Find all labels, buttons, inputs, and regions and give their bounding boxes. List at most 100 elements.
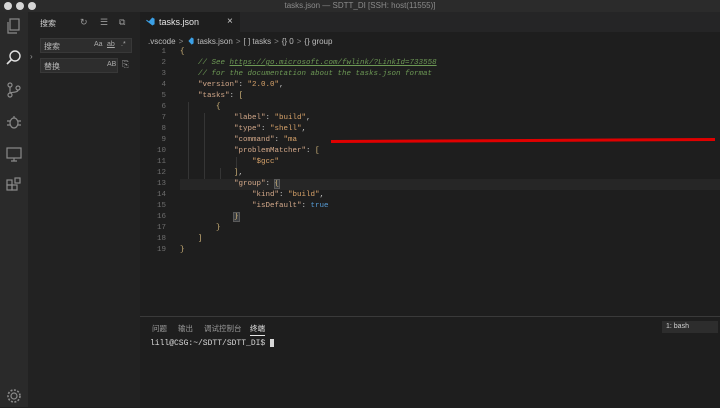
breadcrumb-separator: > xyxy=(235,36,241,46)
refresh-icon[interactable]: ↻ xyxy=(80,17,88,28)
code-line[interactable]: 6 { xyxy=(140,102,720,113)
source-control-icon[interactable] xyxy=(4,80,24,100)
panel-tab-problems[interactable]: 问题 xyxy=(152,323,167,334)
vscode-file-icon xyxy=(146,17,155,26)
code-line[interactable]: 17 } xyxy=(140,223,720,234)
toggle-replace-chevron-icon[interactable]: › xyxy=(30,52,33,61)
line-content: { xyxy=(180,48,185,56)
line-number: 8 xyxy=(161,125,166,133)
line-number: 13 xyxy=(156,180,166,188)
line-content: "version": "2.0.0", xyxy=(198,81,284,89)
sidebar-header: 搜索 ↻ ☰ ⧉ xyxy=(28,12,140,34)
terminal-prompt[interactable]: lill@CSG:~/SDTT/SDTT_DI$ xyxy=(150,339,275,349)
preserve-case-toggle[interactable]: AB xyxy=(107,61,116,68)
replace-input[interactable]: 替换 AB xyxy=(40,58,118,73)
line-content: } xyxy=(216,224,221,232)
line-content: // for the documentation about the tasks… xyxy=(198,70,433,78)
line-number: 6 xyxy=(161,103,166,111)
clear-results-icon[interactable]: ☰ xyxy=(100,17,108,28)
line-number: 16 xyxy=(156,213,166,221)
match-case-toggle[interactable]: Aa xyxy=(94,41,103,48)
replace-input-placeholder: 替换 xyxy=(44,62,60,71)
line-content: "problemMatcher": [ xyxy=(234,147,320,155)
line-number: 18 xyxy=(156,235,166,243)
vscode-file-icon xyxy=(188,37,194,45)
window-title: tasks.json — SDTT_DI [SSH: host(11555)] xyxy=(284,1,436,10)
code-line[interactable]: 18 ] xyxy=(140,234,720,245)
explorer-icon[interactable] xyxy=(4,16,24,36)
line-number: 17 xyxy=(156,224,166,232)
tab-label: tasks.json xyxy=(159,17,200,27)
tab-close-icon[interactable]: × xyxy=(227,16,233,27)
line-content: { xyxy=(216,103,221,111)
line-number: 4 xyxy=(161,81,166,89)
code-line[interactable]: 19} xyxy=(140,245,720,256)
code-line[interactable]: 2 // See https://go.microsoft.com/fwlink… xyxy=(140,58,720,69)
settings-gear-icon[interactable] xyxy=(4,386,24,406)
line-number: 7 xyxy=(161,114,166,122)
breadcrumb-item[interactable]: {} group xyxy=(304,37,332,46)
debug-icon[interactable] xyxy=(4,112,24,132)
line-content: "isDefault": true xyxy=(252,202,329,210)
bottom-panel: 问题 输出 调试控制台 终端 1: bash lill@CSG:~/SDTT/S… xyxy=(140,316,720,408)
line-content: ] xyxy=(198,235,203,243)
code-line[interactable]: 7 "label": "build", xyxy=(140,113,720,124)
line-content: "command": "ma xyxy=(234,136,298,144)
code-line[interactable]: 15 "isDefault": true xyxy=(140,201,720,212)
editor-area: tasks.json × .vscode > tasks.json > [ ] … xyxy=(140,12,720,316)
line-number: 1 xyxy=(161,48,166,56)
code-line[interactable]: 13 "group": { xyxy=(140,179,720,190)
code-line[interactable]: 11 "$gcc" xyxy=(140,157,720,168)
breadcrumb: .vscode > tasks.json > [ ] tasks > {} 0 … xyxy=(148,35,332,47)
line-number: 5 xyxy=(161,92,166,100)
line-content: "kind": "build", xyxy=(252,191,325,199)
line-number: 11 xyxy=(156,158,166,166)
terminal-cursor xyxy=(270,339,275,347)
code-line[interactable]: 10 "problemMatcher": [ xyxy=(140,146,720,157)
code-line[interactable]: 9 "command": "ma xyxy=(140,135,720,146)
line-content: "tasks": [ xyxy=(198,92,244,100)
breadcrumb-separator: > xyxy=(274,36,279,46)
line-content: } xyxy=(180,246,185,254)
search-sidebar: 搜索 ↻ ☰ ⧉ › 搜索 Aa ab .* 替换 AB ⎘ xyxy=(28,12,140,407)
extensions-icon[interactable] xyxy=(4,176,24,196)
line-content: "group": { xyxy=(234,179,280,189)
regex-toggle[interactable]: .* xyxy=(121,41,126,48)
breadcrumb-item[interactable]: [ ] tasks xyxy=(244,37,272,46)
code-line[interactable]: 4 "version": "2.0.0", xyxy=(140,80,720,91)
replace-all-icon[interactable]: ⎘ xyxy=(122,59,129,70)
redaction-mark xyxy=(331,137,715,144)
code-view[interactable]: 1{2 // See https://go.microsoft.com/fwli… xyxy=(140,47,720,256)
remote-explorer-icon[interactable] xyxy=(4,144,24,164)
code-line[interactable]: 5 "tasks": [ xyxy=(140,91,720,102)
code-line[interactable]: 3 // for the documentation about the tas… xyxy=(140,69,720,80)
breadcrumb-item[interactable]: {} 0 xyxy=(282,37,294,46)
line-content: "label": "build", xyxy=(234,114,311,122)
activity-bar xyxy=(0,12,28,407)
code-line[interactable]: 1{ xyxy=(140,47,720,58)
breadcrumb-separator: > xyxy=(178,36,184,46)
panel-tab-debug-console[interactable]: 调试控制台 xyxy=(204,323,242,334)
code-line[interactable]: 12 ], xyxy=(140,168,720,179)
breadcrumb-item[interactable]: .vscode xyxy=(148,37,176,46)
line-number: 9 xyxy=(161,136,166,144)
search-input[interactable]: 搜索 Aa ab .* xyxy=(40,38,132,53)
collapse-all-icon[interactable]: ⧉ xyxy=(119,17,125,28)
tab-tasks-json[interactable]: tasks.json × xyxy=(140,12,240,33)
search-input-placeholder: 搜索 xyxy=(44,42,60,51)
whole-word-toggle[interactable]: ab xyxy=(107,41,115,48)
panel-tab-output[interactable]: 输出 xyxy=(178,323,193,334)
line-number: 2 xyxy=(161,59,166,67)
panel-tab-terminal[interactable]: 终端 xyxy=(250,323,265,336)
search-icon[interactable] xyxy=(4,48,24,68)
code-line[interactable]: 8 "type": "shell", xyxy=(140,124,720,135)
line-number: 14 xyxy=(156,191,166,199)
code-line[interactable]: 16 } xyxy=(140,212,720,223)
sidebar-title: 搜索 xyxy=(40,19,56,28)
code-line[interactable]: 14 "kind": "build", xyxy=(140,190,720,201)
terminal-select[interactable]: 1: bash xyxy=(662,321,718,333)
line-number: 12 xyxy=(156,169,166,177)
terminal-prompt-text: lill@CSG:~/SDTT/SDTT_DI$ xyxy=(150,339,266,349)
line-number: 19 xyxy=(156,246,166,254)
breadcrumb-item[interactable]: tasks.json xyxy=(197,37,233,46)
